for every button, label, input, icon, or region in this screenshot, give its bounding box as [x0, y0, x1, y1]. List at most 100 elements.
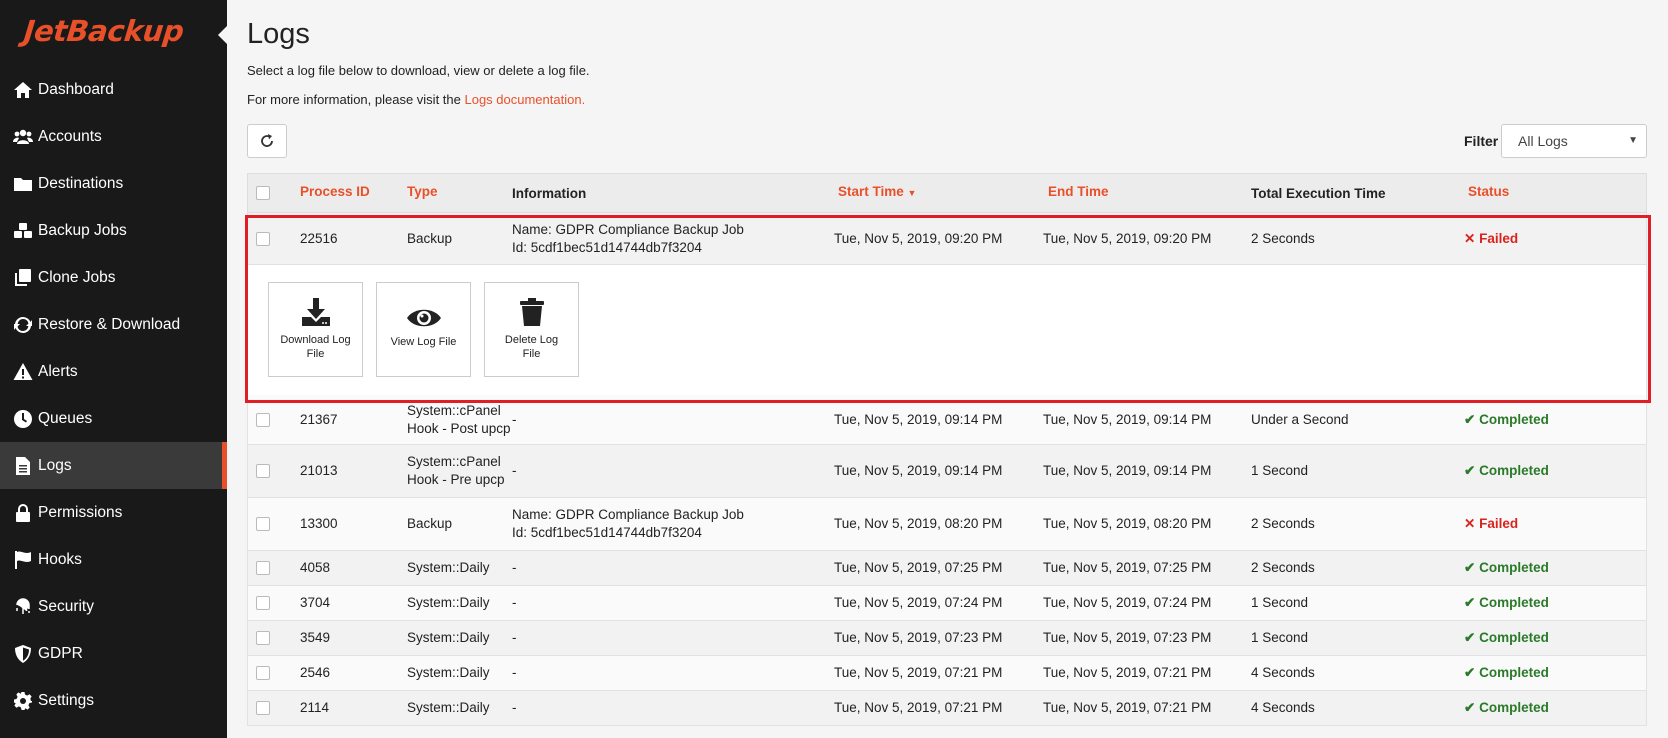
sidebar-item-clone-jobs[interactable]: Clone Jobs	[0, 254, 227, 301]
view-log-label: View Log File	[390, 336, 457, 348]
total-time: 2 Seconds	[1251, 560, 1315, 575]
start-time: Tue, Nov 5, 2019, 07:23 PM	[834, 630, 1003, 645]
sidebar-item-label: Destinations	[38, 174, 124, 192]
clone-icon	[12, 267, 34, 289]
log-type-line1: System::cPanel	[407, 403, 501, 418]
sidebar-item-label: Alerts	[38, 362, 78, 380]
delete-log-button[interactable]: Delete Log File	[484, 282, 579, 377]
row-checkbox[interactable]	[256, 701, 270, 715]
sidebar-item-security[interactable]: Security	[0, 583, 227, 630]
status-text: Completed	[1479, 665, 1549, 680]
header-status[interactable]: Status	[1468, 184, 1509, 199]
status-text: Completed	[1479, 412, 1549, 427]
sidebar-item-label: Settings	[38, 691, 95, 709]
folder-icon	[12, 173, 34, 195]
more-info-text: For more information, please visit the L…	[247, 92, 585, 107]
check-icon: ✔	[1464, 700, 1476, 715]
table-row[interactable]: 3704 System::Daily - Tue, Nov 5, 2019, 0…	[247, 586, 1647, 621]
table-row[interactable]: 3549 System::Daily - Tue, Nov 5, 2019, 0…	[247, 621, 1647, 656]
page-title: Logs	[247, 18, 310, 50]
total-time: 4 Seconds	[1251, 700, 1315, 715]
delete-log-label: Delete Log File	[497, 333, 566, 361]
table-row[interactable]: 4058 System::Daily - Tue, Nov 5, 2019, 0…	[247, 551, 1647, 586]
logs-documentation-link[interactable]: Logs documentation.	[464, 92, 585, 107]
table-row[interactable]: 2114 System::Daily - Tue, Nov 5, 2019, 0…	[247, 691, 1647, 726]
sidebar-item-label: Accounts	[38, 127, 102, 145]
row-checkbox[interactable]	[256, 232, 270, 246]
sidebar-item-queues[interactable]: Queues	[0, 395, 227, 442]
select-all-checkbox[interactable]	[256, 186, 270, 200]
sidebar-nav: Dashboard Accounts Destinations Backup J…	[0, 66, 227, 724]
table-row[interactable]: 21013 System::cPanel Hook - Pre upcp - T…	[247, 445, 1647, 498]
check-icon: ✔	[1464, 560, 1476, 575]
table-row[interactable]: 13300 Backup Name: GDPR Compliance Backu…	[247, 498, 1647, 551]
row-checkbox[interactable]	[256, 561, 270, 575]
total-time: Under a Second	[1251, 412, 1349, 427]
download-log-label: Download Log File	[272, 333, 358, 361]
log-type-line1: System::Daily	[407, 700, 490, 715]
info-line1: -	[512, 665, 517, 680]
info-line2: Id: 5cdf1bec51d14744db7f3204	[512, 525, 702, 540]
row-checkbox[interactable]	[256, 631, 270, 645]
sidebar-item-settings[interactable]: Settings	[0, 677, 227, 724]
users-icon	[12, 126, 34, 148]
status-badge: ✔ Completed	[1464, 559, 1549, 577]
sidebar-item-restore-download[interactable]: Restore & Download	[0, 301, 227, 348]
log-type-line1: System::Daily	[407, 595, 490, 610]
view-log-button[interactable]: View Log File	[376, 282, 471, 377]
process-id: 4058	[300, 560, 331, 575]
x-icon: ✕	[1464, 516, 1476, 531]
end-time: Tue, Nov 5, 2019, 07:21 PM	[1043, 665, 1212, 680]
status-badge: ✔ Completed	[1464, 664, 1549, 682]
refresh-button[interactable]	[247, 124, 287, 158]
row-checkbox[interactable]	[256, 596, 270, 610]
process-id: 2546	[300, 665, 331, 680]
header-start-time[interactable]: Start Time ▼	[838, 184, 916, 199]
sidebar-item-gdpr[interactable]: GDPR	[0, 630, 227, 677]
log-type-line2: Hook - Pre upcp	[407, 472, 505, 487]
process-id: 2114	[300, 700, 330, 715]
sidebar-item-alerts[interactable]: Alerts	[0, 348, 227, 395]
row-checkbox[interactable]	[256, 464, 270, 478]
page-description: Select a log file below to download, vie…	[247, 63, 590, 78]
info-line1: -	[512, 630, 517, 645]
header-end-time[interactable]: End Time	[1048, 184, 1109, 199]
start-time: Tue, Nov 5, 2019, 08:20 PM	[834, 516, 1003, 531]
table-row[interactable]: 2546 System::Daily - Tue, Nov 5, 2019, 0…	[247, 656, 1647, 691]
warning-icon	[12, 361, 34, 383]
status-text: Completed	[1479, 630, 1549, 645]
row-checkbox[interactable]	[256, 517, 270, 531]
status-text: Failed	[1479, 231, 1519, 246]
download-log-button[interactable]: Download Log File	[268, 282, 363, 377]
sidebar: JetBackup Dashboard Accounts Destination…	[0, 0, 228, 738]
filter-select[interactable]: All Logs ▼	[1501, 124, 1647, 158]
sidebar-item-logs[interactable]: Logs	[0, 442, 227, 489]
status-badge: ✕ Failed	[1464, 230, 1518, 248]
process-id: 21013	[300, 463, 338, 478]
row-checkbox[interactable]	[256, 413, 270, 427]
sidebar-item-destinations[interactable]: Destinations	[0, 160, 227, 207]
log-type-line1: System::Daily	[407, 665, 490, 680]
end-time: Tue, Nov 5, 2019, 08:20 PM	[1043, 516, 1212, 531]
status-text: Completed	[1479, 560, 1549, 575]
table-row[interactable]: 21367 System::cPanel Hook - Post upcp - …	[247, 395, 1647, 445]
sidebar-notch	[218, 25, 228, 45]
log-type: Backup	[407, 231, 453, 246]
sidebar-item-accounts[interactable]: Accounts	[0, 113, 227, 160]
cubes-icon	[12, 220, 34, 242]
row-checkbox[interactable]	[256, 666, 270, 680]
sidebar-item-hooks[interactable]: Hooks	[0, 536, 227, 583]
total-time: 1 Second	[1251, 463, 1309, 478]
table-row-expanded[interactable]: 22516 Backup Name: GDPR Compliance Backu…	[247, 213, 1647, 265]
file-icon	[12, 455, 34, 477]
header-process-id[interactable]: Process ID	[300, 184, 370, 199]
total-time: 2 Seconds	[1251, 231, 1315, 246]
download-icon	[301, 298, 330, 326]
header-type[interactable]: Type	[407, 184, 438, 199]
jetbackup-logo[interactable]: JetBackup	[22, 14, 185, 48]
check-icon: ✔	[1464, 463, 1476, 478]
sidebar-item-permissions[interactable]: Permissions	[0, 489, 227, 536]
sidebar-item-dashboard[interactable]: Dashboard	[0, 66, 227, 113]
status-badge: ✔ Completed	[1464, 594, 1549, 612]
sidebar-item-backup-jobs[interactable]: Backup Jobs	[0, 207, 227, 254]
